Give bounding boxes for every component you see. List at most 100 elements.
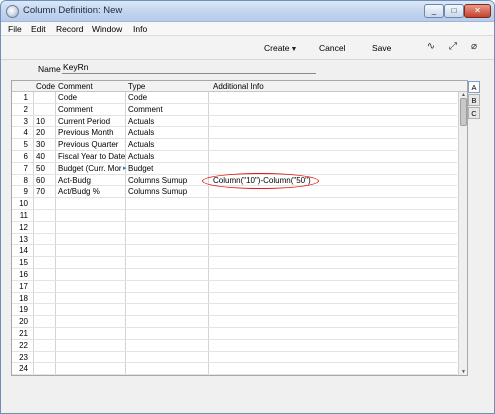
row-number: 23 xyxy=(19,352,28,362)
cancel-button[interactable]: Cancel xyxy=(319,43,345,53)
scroll-down-icon[interactable]: ▼ xyxy=(459,369,467,375)
minimize-button[interactable]: _ xyxy=(424,4,444,18)
cell-comment[interactable]: Comment xyxy=(58,105,126,114)
tab-b[interactable]: B xyxy=(468,94,480,106)
row-number: 20 xyxy=(19,317,28,327)
row-number: 12 xyxy=(19,222,28,232)
create-button[interactable]: Create▼ xyxy=(264,43,297,53)
row-number: 10 xyxy=(19,199,28,209)
table-row[interactable]: 20 xyxy=(12,316,457,328)
cell-comment[interactable]: Previous Quarter xyxy=(58,140,126,149)
cell-comment[interactable]: Act-Budg xyxy=(58,176,126,185)
cell-type[interactable]: Columns Sumup xyxy=(128,176,208,185)
table-row[interactable]: 23 xyxy=(12,352,457,364)
cell-type[interactable]: Actuals xyxy=(128,128,208,137)
cell-type[interactable]: Code xyxy=(128,93,208,102)
col-header-code[interactable]: Code xyxy=(36,82,55,91)
toolbar: Create▼ Cancel Save ∿ ⤢ ⌀ xyxy=(1,36,494,60)
table-row[interactable]: 21 xyxy=(12,328,457,340)
table-row[interactable]: 10 xyxy=(12,198,457,210)
table-row[interactable]: 4 20 Previous Month Actuals xyxy=(12,127,457,140)
grid-header: Code Comment Type Additional Info xyxy=(12,81,467,92)
row-number: 13 xyxy=(19,234,28,244)
row-number: 7 xyxy=(23,163,28,173)
cell-type[interactable]: Columns Sumup xyxy=(128,187,208,196)
table-row[interactable]: 24 xyxy=(12,363,457,375)
menu-window[interactable]: Window xyxy=(92,24,122,34)
col-header-additional-info[interactable]: Additional Info xyxy=(213,82,264,91)
cell-comment[interactable]: Code xyxy=(58,93,126,102)
vertical-scrollbar[interactable]: ▲ ▼ xyxy=(458,92,467,375)
row-number: 15 xyxy=(19,258,28,268)
table-row[interactable]: 1 Code Code xyxy=(12,92,457,104)
create-label: Create xyxy=(264,43,290,53)
menu-bar: File Edit Record Window Info xyxy=(1,22,494,36)
menu-file[interactable]: File xyxy=(8,24,22,34)
menu-info[interactable]: Info xyxy=(133,24,147,34)
row-number: 8 xyxy=(23,175,28,185)
cell-comment[interactable]: Budget (Curr. Mor xyxy=(58,164,126,173)
row-number: 11 xyxy=(19,211,28,220)
table-row[interactable]: 17 xyxy=(12,281,457,293)
cell-code[interactable]: 60 xyxy=(36,176,56,185)
table-row[interactable]: 5 30 Previous Quarter Actuals xyxy=(12,139,457,151)
row-number: 14 xyxy=(19,246,28,256)
row-number: 17 xyxy=(19,281,28,291)
cell-code[interactable]: 40 xyxy=(36,152,56,161)
menu-record[interactable]: Record xyxy=(56,24,83,34)
cell-type[interactable]: Actuals xyxy=(128,152,208,161)
caret-down-icon: ▼ xyxy=(290,46,298,53)
row-number: 3 xyxy=(23,116,28,126)
cell-code[interactable]: 50 xyxy=(36,164,56,173)
table-row[interactable]: 13 xyxy=(12,234,457,246)
table-row[interactable]: 14 xyxy=(12,245,457,258)
paperclip-icon[interactable]: ⌀ xyxy=(468,41,480,53)
highlight-ellipse xyxy=(202,173,319,189)
scroll-thumb[interactable] xyxy=(460,98,467,126)
row-number: 1 xyxy=(23,93,28,102)
cell-code[interactable]: 30 xyxy=(36,140,56,149)
cell-comment[interactable]: Previous Month xyxy=(58,128,126,137)
column-grid: Code Comment Type Additional Info 1 Code C… xyxy=(11,80,468,376)
tab-a[interactable]: A xyxy=(468,81,480,93)
cell-code[interactable]: 20 xyxy=(36,128,56,137)
name-field[interactable]: KeyRn xyxy=(62,62,316,74)
maximize-button[interactable]: □ xyxy=(444,4,464,18)
cell-type[interactable]: Budget xyxy=(128,164,208,173)
col-header-comment[interactable]: Comment xyxy=(58,82,93,91)
cell-type[interactable]: Actuals xyxy=(128,140,208,149)
cell-comment[interactable]: Current Period xyxy=(58,117,126,126)
table-row[interactable]: 22 xyxy=(12,340,457,352)
chart-icon[interactable]: ∿ xyxy=(425,41,437,53)
row-number: 16 xyxy=(19,270,28,279)
title-bar[interactable]: Column Definition: New _ □ ✕ xyxy=(1,1,494,22)
col-header-type[interactable]: Type xyxy=(128,82,145,91)
cell-type[interactable]: Actuals xyxy=(128,117,208,126)
tab-c[interactable]: C xyxy=(468,107,480,119)
table-row[interactable]: 19 xyxy=(12,304,457,317)
cell-comment[interactable]: Fiscal Year to Date xyxy=(58,152,126,161)
paste-arrow-icon[interactable]: ▸ xyxy=(123,164,127,172)
menu-edit[interactable]: Edit xyxy=(31,24,46,34)
cell-comment[interactable]: Act/Budg % xyxy=(58,187,126,196)
save-button[interactable]: Save xyxy=(372,43,391,53)
cell-code[interactable]: 10 xyxy=(36,117,56,126)
table-row[interactable]: 15 xyxy=(12,257,457,269)
table-row[interactable]: 16 xyxy=(12,269,457,281)
row-number: 18 xyxy=(19,293,28,303)
row-number: 9 xyxy=(23,187,28,197)
row-number: 6 xyxy=(23,152,28,161)
row-number: 22 xyxy=(19,340,28,350)
row-number: 2 xyxy=(23,104,28,114)
table-row[interactable]: 18 xyxy=(12,293,457,305)
table-row[interactable]: 3 10 Current Period Actuals xyxy=(12,116,457,128)
close-button[interactable]: ✕ xyxy=(464,4,491,18)
name-label: Name xyxy=(38,64,61,74)
cell-code[interactable]: 70 xyxy=(36,187,56,196)
cell-type[interactable]: Comment xyxy=(128,105,208,114)
table-row[interactable]: 11 xyxy=(12,210,457,222)
expand-icon[interactable]: ⤢ xyxy=(447,41,459,53)
table-row[interactable]: 6 40 Fiscal Year to Date Actuals xyxy=(12,151,457,163)
table-row[interactable]: 2 Comment Comment xyxy=(12,104,457,116)
table-row[interactable]: 12 xyxy=(12,222,457,234)
